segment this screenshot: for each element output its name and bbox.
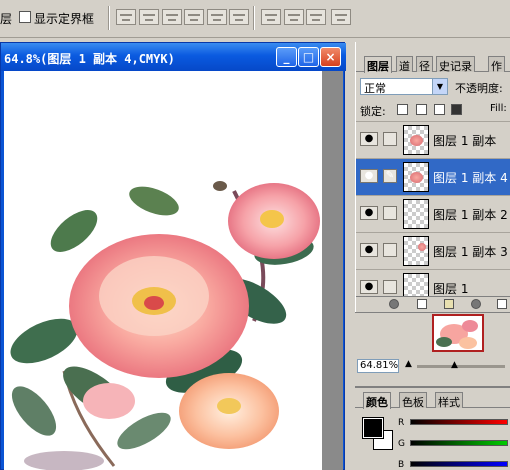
layer-thumbnail bbox=[403, 199, 429, 229]
new-layer-icon[interactable] bbox=[497, 299, 507, 309]
zoom-slider[interactable] bbox=[417, 365, 505, 368]
tab-actions[interactable]: 作 bbox=[488, 56, 505, 73]
lock-image-icon[interactable] bbox=[416, 104, 427, 115]
navigator-thumbnail-art bbox=[436, 320, 478, 349]
tab-layers[interactable]: 图层 bbox=[364, 56, 392, 73]
align-vertical-center-icon[interactable] bbox=[139, 9, 159, 25]
layer-row[interactable]: ● 图层 1 副本 bbox=[356, 121, 510, 158]
link-icon[interactable] bbox=[383, 243, 397, 257]
options-bar: 层 显示定界框 bbox=[0, 0, 510, 38]
navigator-preview[interactable] bbox=[432, 314, 484, 352]
color-palette: 颜色 色板 样式 R G B bbox=[355, 386, 510, 470]
layer-thumbnail bbox=[403, 162, 429, 192]
toolbar-separator bbox=[108, 6, 110, 30]
toolbar-separator bbox=[253, 6, 255, 30]
lock-position-icon[interactable] bbox=[434, 104, 445, 115]
peony-artwork bbox=[10, 181, 320, 470]
layer-label: 层 bbox=[0, 12, 13, 26]
layer-row-selected[interactable]: ● ✎ 图层 1 副本 4 bbox=[356, 158, 510, 195]
tab-channels[interactable]: 道 bbox=[396, 56, 413, 73]
close-button[interactable]: × bbox=[320, 47, 341, 67]
foreground-color-swatch[interactable] bbox=[362, 417, 384, 439]
channel-r-label: R bbox=[398, 418, 405, 428]
link-icon[interactable] bbox=[383, 206, 397, 220]
lock-label: 锁定: bbox=[360, 105, 386, 118]
adjustment-layer-icon[interactable] bbox=[471, 299, 481, 309]
tab-history[interactable]: 史记录 bbox=[436, 56, 475, 73]
eye-icon[interactable]: ● bbox=[360, 243, 378, 257]
layers-palette-tabs: 图层 道 径 史记录 作 bbox=[356, 56, 510, 73]
zoom-value: 64.81% bbox=[360, 360, 399, 371]
brush-icon[interactable]: ✎ bbox=[383, 169, 397, 183]
maximize-button[interactable]: □ bbox=[298, 47, 319, 67]
new-group-icon[interactable] bbox=[444, 299, 454, 309]
navigator-palette: 64.81% ▲ ▲ bbox=[355, 312, 510, 384]
document-title: 64.8%(图层 1 副本 4,CMYK) bbox=[4, 52, 175, 66]
link-icon[interactable] bbox=[383, 132, 397, 146]
channel-g-label: G bbox=[398, 439, 405, 449]
layer-name: 图层 1 副本 bbox=[433, 134, 497, 148]
layer-mask-icon[interactable] bbox=[417, 299, 427, 309]
eye-icon[interactable]: ● bbox=[360, 132, 378, 146]
document-canvas[interactable] bbox=[4, 71, 322, 470]
zoom-field[interactable]: 64.81% bbox=[357, 359, 399, 373]
document-window[interactable]: 64.8%(图层 1 副本 4,CMYK) _ □ × bbox=[0, 42, 346, 470]
layer-name: 图层 1 副本 3 bbox=[433, 245, 508, 259]
layer-thumbnail bbox=[403, 273, 429, 297]
blend-mode-value: 正常 bbox=[364, 82, 386, 95]
chevron-down-icon[interactable]: ▼ bbox=[432, 79, 447, 94]
channel-b-label: B bbox=[398, 460, 405, 470]
lock-all-icon[interactable] bbox=[451, 104, 462, 115]
align-bottom-icon[interactable] bbox=[162, 9, 182, 25]
layer-thumbnail bbox=[403, 125, 429, 155]
distribute-top-icon[interactable] bbox=[261, 9, 281, 25]
minimize-button[interactable]: _ bbox=[276, 47, 297, 67]
color-palette-tabs: 颜色 色板 样式 bbox=[355, 392, 510, 409]
distribute-center-icon[interactable] bbox=[284, 9, 304, 25]
zoom-out-icon[interactable]: ▲ bbox=[405, 359, 412, 369]
layer-style-icon[interactable] bbox=[389, 299, 399, 309]
layer-name: 图层 1 副本 4 bbox=[433, 171, 508, 185]
channel-b-slider[interactable] bbox=[410, 461, 508, 467]
opacity-label: 不透明度: bbox=[455, 82, 503, 95]
lock-transparency-icon[interactable] bbox=[397, 104, 408, 115]
workspace-gutter bbox=[345, 38, 355, 470]
eye-icon[interactable]: ● bbox=[360, 206, 378, 220]
layer-row[interactable]: ● 图层 1 bbox=[356, 269, 510, 297]
tab-paths[interactable]: 径 bbox=[416, 56, 433, 73]
tab-styles[interactable]: 样式 bbox=[435, 392, 463, 409]
zoom-slider-handle[interactable]: ▲ bbox=[451, 360, 458, 370]
align-top-icon[interactable] bbox=[116, 9, 136, 25]
distribute-bottom-icon[interactable] bbox=[306, 9, 326, 25]
tab-color[interactable]: 颜色 bbox=[363, 392, 391, 409]
align-right-icon[interactable] bbox=[229, 9, 249, 25]
layer-thumbnail bbox=[403, 236, 429, 266]
align-horizontal-center-icon[interactable] bbox=[207, 9, 227, 25]
layers-palette-footer bbox=[356, 296, 510, 310]
layer-name: 图层 1 副本 2 bbox=[433, 208, 508, 222]
layers-palette: 图层 道 径 史记录 作 正常 ▼ 不透明度: 锁定: Fill: ● 图层 1… bbox=[355, 42, 510, 356]
layer-name: 图层 1 bbox=[433, 282, 469, 296]
eye-icon[interactable]: ● bbox=[360, 169, 378, 183]
tab-swatches[interactable]: 色板 bbox=[399, 392, 427, 409]
link-icon[interactable] bbox=[383, 280, 397, 294]
channel-g-slider[interactable] bbox=[410, 440, 508, 446]
canvas-area[interactable] bbox=[4, 71, 343, 470]
channel-r-slider[interactable] bbox=[410, 419, 508, 425]
fill-label: Fill: bbox=[490, 103, 507, 114]
photoshop-workspace: 层 显示定界框 64.8%(图层 1 副本 4,CMYK) _ □ × 图层 道… bbox=[0, 0, 510, 470]
show-bounds-label: 显示定界框 bbox=[34, 12, 95, 26]
eye-icon[interactable]: ● bbox=[360, 280, 378, 294]
show-bounds-checkbox[interactable] bbox=[19, 11, 31, 23]
blend-mode-select[interactable]: 正常 ▼ bbox=[360, 78, 448, 95]
align-left-icon[interactable] bbox=[184, 9, 204, 25]
layer-row[interactable]: ● 图层 1 副本 2 bbox=[356, 195, 510, 232]
distribute-left-icon[interactable] bbox=[331, 9, 351, 25]
layer-row[interactable]: ● 图层 1 副本 3 bbox=[356, 232, 510, 269]
